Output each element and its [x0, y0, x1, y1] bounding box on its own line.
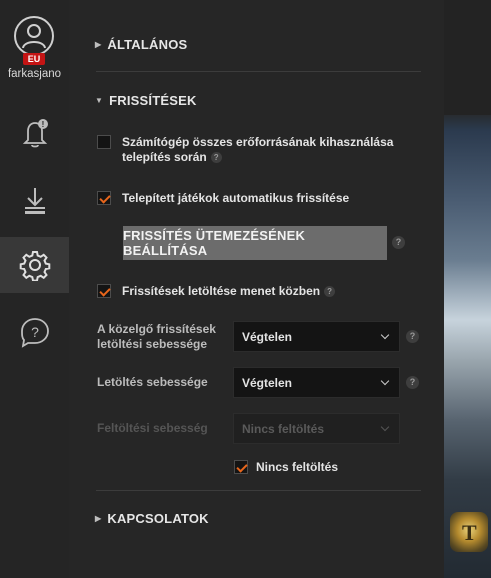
- section-updates-header[interactable]: ▼ FRISSÍTÉSEK: [95, 93, 197, 108]
- use-all-resources-label: Számítógép összes erőforrásának kihaszná…: [122, 135, 394, 149]
- chevron-down-icon: [380, 376, 390, 386]
- upload-speed-select: Nincs feltöltés: [233, 413, 400, 444]
- account-button[interactable]: EU farkasjano: [0, 0, 69, 93]
- help-icon[interactable]: ?: [210, 152, 222, 164]
- bell-icon: !: [22, 119, 48, 148]
- sidebar: EU farkasjano ! ?: [0, 0, 69, 578]
- svg-text:?: ?: [31, 324, 39, 340]
- help-icon[interactable]: ?: [392, 236, 405, 249]
- gear-icon: [19, 251, 50, 281]
- auto-update-checkbox[interactable]: [97, 191, 111, 205]
- help-icon[interactable]: ?: [406, 376, 419, 389]
- upload-speed-value: Nincs feltöltés: [242, 421, 325, 436]
- sidebar-item-settings[interactable]: [0, 237, 69, 293]
- download-while-playing-checkbox[interactable]: [97, 284, 111, 298]
- download-speed-label: Letöltés sebessége: [97, 375, 208, 389]
- auto-update-option[interactable]: Telepített játékok automatikus frissítés…: [97, 191, 349, 206]
- chevron-down-icon: [380, 330, 390, 340]
- chevron-down-icon: [380, 422, 390, 432]
- download-while-playing-option[interactable]: Frissítések letöltése menet közben?: [97, 284, 336, 299]
- sidebar-item-downloads[interactable]: [0, 172, 69, 228]
- svg-text:!: !: [41, 120, 44, 129]
- help-icon[interactable]: ?: [406, 330, 419, 343]
- background-artwork: T: [444, 0, 491, 578]
- sidebar-item-notifications[interactable]: !: [0, 105, 69, 161]
- upcoming-speed-label: A közelgő frissítések letöltési sebesség…: [97, 322, 216, 351]
- schedule-updates-button[interactable]: FRISSÍTÉS ÜTEMEZÉSÉNEK BEÁLLÍTÁSA: [123, 226, 387, 260]
- upload-speed-label: Feltöltési sebesség: [97, 421, 208, 435]
- no-upload-label: Nincs feltöltés: [256, 460, 339, 474]
- sidebar-item-help[interactable]: ?: [0, 304, 69, 360]
- section-updates-title: FRISSÍTÉSEK: [109, 93, 197, 108]
- section-connections-title: KAPCSOLATOK: [107, 511, 209, 526]
- download-speed-select[interactable]: Végtelen: [233, 367, 400, 398]
- no-upload-checkbox[interactable]: [234, 460, 248, 474]
- use-all-resources-checkbox[interactable]: [97, 135, 111, 149]
- expand-arrow-icon: ▶: [95, 40, 102, 49]
- collapse-arrow-icon: ▼: [95, 96, 104, 105]
- username: farkasjano: [7, 68, 62, 80]
- help-icon: ?: [20, 318, 49, 348]
- section-general-title: ÁLTALÁNOS: [107, 37, 188, 52]
- region-badge: EU: [23, 53, 45, 65]
- download-while-playing-label: Frissítések letöltése menet közben: [122, 284, 321, 298]
- section-general-header[interactable]: ▶ ÁLTALÁNOS: [95, 37, 187, 52]
- expand-arrow-icon: ▶: [95, 514, 102, 523]
- divider: [96, 490, 421, 491]
- download-speed-value: Végtelen: [242, 375, 293, 390]
- auto-update-label: Telepített játékok automatikus frissítés…: [122, 191, 350, 205]
- help-icon[interactable]: ?: [324, 286, 336, 298]
- user-icon: [22, 24, 46, 49]
- use-all-resources-option[interactable]: Számítógép összes erőforrásának kihaszná…: [97, 135, 393, 165]
- upcoming-speed-select[interactable]: Végtelen: [233, 321, 400, 352]
- no-upload-option[interactable]: Nincs feltöltés: [234, 460, 338, 475]
- divider: [96, 71, 421, 72]
- avatar: [14, 16, 54, 56]
- download-icon: [24, 188, 45, 214]
- section-connections-header[interactable]: ▶ KAPCSOLATOK: [95, 511, 209, 526]
- upcoming-speed-value: Végtelen: [242, 329, 293, 344]
